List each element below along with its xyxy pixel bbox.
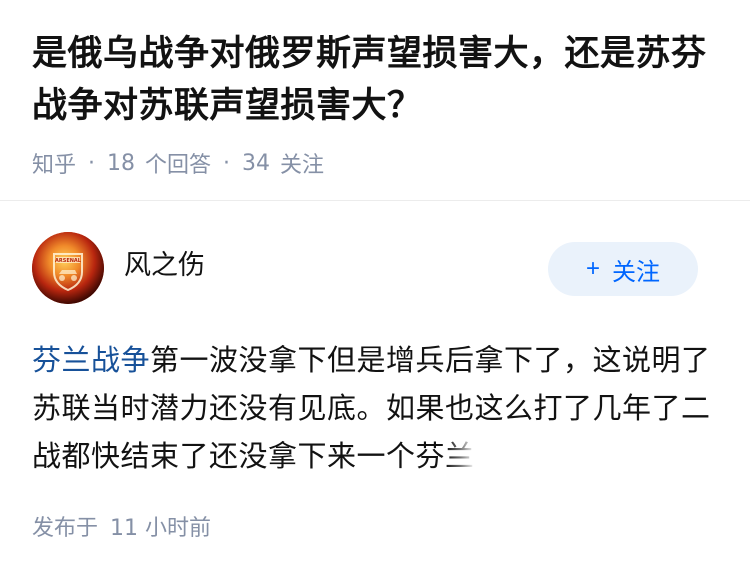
question-title[interactable]: 是俄乌战争对俄罗斯声望损害大，还是苏芬 战争对苏联声望损害大？ (32, 28, 722, 132)
published-time: 11 小时前 (110, 516, 212, 541)
answer-page: 是俄乌战争对俄罗斯声望损害大，还是苏芬 战争对苏联声望损害大？ 知乎 · 18 … (0, 0, 750, 580)
source-label: 知乎 (32, 153, 77, 178)
author-name[interactable]: 风之伤 (124, 248, 205, 284)
meta-separator: · (88, 150, 96, 176)
answer-topic-link[interactable]: 芬兰战争 (32, 343, 150, 377)
answer-count-label: 个回答 (145, 153, 212, 178)
plus-icon: + (585, 255, 600, 282)
follow-count: 34 (242, 150, 271, 176)
question-header: 是俄乌战争对俄罗斯声望损害大，还是苏芬 战争对苏联声望损害大？ 知乎 · 18 … (32, 28, 722, 178)
answer-text-fade: 兰 (445, 439, 475, 473)
author-row: ARSENAL 风之伤 + 关注 (32, 232, 718, 308)
follow-button-label: 关注 (612, 258, 660, 286)
question-title-line-1[interactable]: 是俄乌战争对俄罗斯声望损害大，还是苏芬 (32, 34, 707, 74)
follow-count-label: 关注 (280, 153, 325, 178)
section-divider (0, 200, 750, 201)
avatar[interactable]: ARSENAL (32, 232, 104, 304)
avatar-crest-text: ARSENAL (55, 258, 82, 264)
answer-count: 18 (107, 150, 136, 176)
arsenal-crest-icon: ARSENAL (32, 232, 104, 304)
meta-separator: · (223, 150, 231, 176)
answer-content[interactable]: 芬兰战争第一波没拿下但是增兵后拿下了，这说明了苏联当时潜力还没有见底。如果也这么… (32, 336, 718, 480)
follow-button[interactable]: + 关注 (548, 242, 698, 296)
question-title-line-2[interactable]: 战争对苏联声望损害大？ (32, 86, 423, 126)
question-meta: 知乎 · 18 个回答 · 34 关注 (32, 148, 722, 179)
published-label: 发布于 (32, 516, 99, 541)
publish-info: 发布于 11 小时前 (32, 514, 211, 544)
